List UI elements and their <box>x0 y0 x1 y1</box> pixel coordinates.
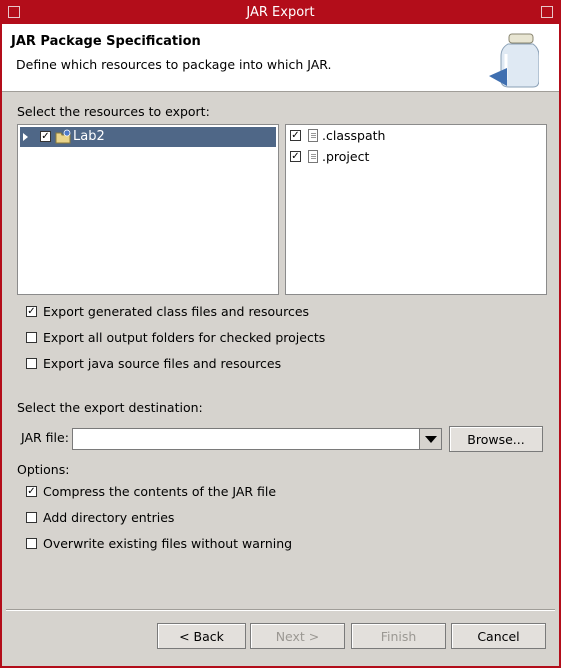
option-label: Overwrite existing files without warning <box>43 536 293 551</box>
option-label: Export all output folders for checked pr… <box>43 330 326 345</box>
back-button[interactable]: < Back <box>157 623 246 649</box>
wizard-page: Select the resources to export: ✓ Lab2 ✓… <box>6 93 555 607</box>
destination-label: Select the export destination: <box>17 400 203 415</box>
file-label: .project <box>322 149 370 164</box>
next-button[interactable]: Next > <box>250 623 345 649</box>
add-directory-entries-checkbox[interactable] <box>26 512 37 523</box>
lab2-checkbox[interactable]: ✓ <box>40 131 51 142</box>
file-icon <box>308 129 318 142</box>
java-project-icon <box>55 129 71 144</box>
finish-button[interactable]: Finish <box>351 623 446 649</box>
option-label: Compress the contents of the JAR file <box>43 484 277 499</box>
compress-checkbox[interactable]: ✓ <box>26 486 37 497</box>
page-title: JAR Package Specification <box>11 34 201 49</box>
file-label: .classpath <box>322 128 386 143</box>
page-description: Define which resources to package into w… <box>16 57 332 72</box>
classpath-checkbox[interactable]: ✓ <box>290 130 301 141</box>
jar-file-label: JAR file: <box>21 430 69 445</box>
resources-label: Select the resources to export: <box>17 104 210 119</box>
option-label: Add directory entries <box>43 510 175 525</box>
jar-file-combo[interactable] <box>72 428 442 450</box>
jar-icon <box>489 33 539 88</box>
cancel-button[interactable]: Cancel <box>451 623 546 649</box>
overwrite-checkbox[interactable] <box>26 538 37 549</box>
option-label: Export java source files and resources <box>43 356 282 371</box>
expand-arrow-icon[interactable] <box>23 133 28 141</box>
browse-button[interactable]: Browse... <box>449 426 543 452</box>
tree-item-label: Lab2 <box>73 129 105 144</box>
resource-tree[interactable]: ✓ Lab2 <box>17 124 279 295</box>
tree-item-lab2[interactable]: ✓ Lab2 <box>20 127 276 147</box>
export-output-folders-checkbox[interactable] <box>26 332 37 343</box>
button-separator <box>6 609 555 611</box>
wizard-banner: JAR Package Specification Define which r… <box>2 24 559 92</box>
window-menu-icon[interactable] <box>8 6 20 18</box>
close-icon[interactable] <box>541 6 553 18</box>
file-list[interactable]: ✓ .classpath ✓ .project <box>285 124 547 295</box>
export-class-files-checkbox[interactable]: ✓ <box>26 306 37 317</box>
jar-export-window: JAR Export JAR Package Specification Def… <box>0 0 561 668</box>
file-icon <box>308 150 318 163</box>
option-label: Export generated class files and resourc… <box>43 304 310 319</box>
dropdown-arrow-icon[interactable] <box>419 429 441 449</box>
title-bar[interactable]: JAR Export <box>2 2 559 24</box>
window-title: JAR Export <box>246 5 315 20</box>
options-label: Options: <box>17 462 70 477</box>
export-source-files-checkbox[interactable] <box>26 358 37 369</box>
project-checkbox[interactable]: ✓ <box>290 151 301 162</box>
